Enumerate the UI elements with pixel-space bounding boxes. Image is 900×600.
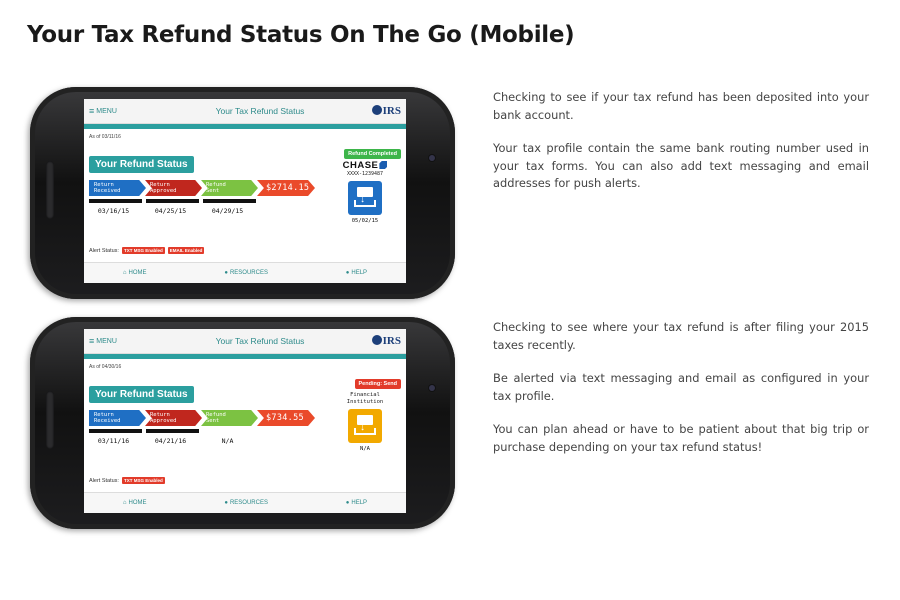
as-of-date: As of 04/30/16 xyxy=(89,364,122,370)
step-date: N/A xyxy=(221,437,234,445)
irs-logo: IRS xyxy=(341,105,401,117)
nav-help[interactable]: ● HELP xyxy=(346,500,367,506)
step-marker xyxy=(146,199,199,203)
menu-button[interactable]: ≡ MENU xyxy=(89,336,179,346)
hamburger-icon: ≡ xyxy=(89,336,95,346)
nav-help[interactable]: ● HELP xyxy=(346,270,367,276)
help-icon: ● xyxy=(345,270,350,276)
nav-home[interactable]: ⌂ HOME xyxy=(123,500,147,506)
step-date: 04/25/15 xyxy=(154,207,187,215)
irs-eagle-icon xyxy=(371,105,382,115)
refund-status-heading: Your Refund Status xyxy=(89,156,194,173)
irs-eagle-icon xyxy=(371,335,382,345)
description-completed: Checking to see if your tax refund has b… xyxy=(493,89,869,209)
description-pending: Checking to see where your tax refund is… xyxy=(493,319,869,472)
description-paragraph: Checking to see where your tax refund is… xyxy=(493,320,869,352)
status-badge: Pending: Send xyxy=(354,379,401,389)
bottom-nav: ⌂ HOME ● RESOURCES ● HELP xyxy=(84,262,406,283)
nav-resources[interactable]: ● RESOURCES xyxy=(224,270,268,276)
step-return-received: Return Received xyxy=(89,410,146,426)
alert-status: Alert Status: TXT MSG Enabled EMAIL Enab… xyxy=(89,247,205,254)
alert-status-label: Alert Status: xyxy=(89,247,119,254)
nav-home[interactable]: ⌂ HOME xyxy=(123,270,147,276)
refund-status-heading: Your Refund Status xyxy=(89,386,194,403)
alert-status: Alert Status: TXT MSG Enabled xyxy=(89,477,165,484)
alert-badge-txt: TXT MSG Enabled xyxy=(121,247,165,254)
refund-progress-steps: Return Received Return Approved Refund Sent… xyxy=(89,410,315,426)
step-marker xyxy=(89,429,142,433)
home-icon: ⌂ xyxy=(122,270,127,276)
description-paragraph: Be alerted via text messaging and email … xyxy=(493,371,869,403)
step-return-approved: Return Approved xyxy=(145,180,202,196)
chase-logo-icon xyxy=(379,161,388,169)
refund-progress-steps: Return Received Return Approved Refund Sent… xyxy=(89,180,315,196)
refund-amount: $734.55 xyxy=(257,410,315,426)
home-icon: ⌂ xyxy=(122,500,127,506)
step-marker xyxy=(203,429,256,433)
step-markers xyxy=(89,199,260,203)
help-icon: ● xyxy=(345,500,350,506)
refund-amount: $2714.15 xyxy=(257,180,315,196)
step-date: 03/16/15 xyxy=(97,207,130,215)
app-title: Your Tax Refund Status xyxy=(215,336,305,346)
irs-logo: IRS xyxy=(341,335,401,347)
app-header: ≡ MENU Your Tax Refund Status IRS xyxy=(84,329,406,354)
step-marker xyxy=(146,429,199,433)
phone-camera xyxy=(429,155,435,161)
refund-status-panel: Your Refund Status Pending: Send Return R… xyxy=(84,370,406,488)
alert-status-label: Alert Status: xyxy=(89,477,119,484)
menu-label: MENU xyxy=(96,107,117,115)
description-paragraph: Your tax profile contain the same bank r… xyxy=(493,141,869,190)
step-date: 03/11/16 xyxy=(97,437,130,445)
phone-speaker xyxy=(46,161,54,219)
step-date: 04/29/15 xyxy=(211,207,244,215)
page-title: Your Tax Refund Status On The Go (Mobile… xyxy=(27,22,575,48)
app-header: ≡ MENU Your Tax Refund Status IRS xyxy=(84,99,406,124)
resources-icon: ● xyxy=(224,500,228,506)
step-return-approved: Return Approved xyxy=(145,410,202,426)
bank-info: Financial Institution ↓ N/A xyxy=(334,392,396,452)
description-paragraph: Checking to see if your tax refund has b… xyxy=(493,90,869,122)
bank-name: CHASE xyxy=(334,160,396,171)
bank-info: CHASE XXXX-1239487 ↓ 05/02/15 xyxy=(334,160,396,224)
app-title: Your Tax Refund Status xyxy=(215,106,305,116)
as-of-date: As of 03/11/16 xyxy=(89,134,121,140)
phone-camera xyxy=(429,385,435,391)
resources-icon: ● xyxy=(224,270,228,276)
deposit-date: N/A xyxy=(360,446,370,452)
phone-mockup-pending: ≡ MENU Your Tax Refund Status IRS As of 0… xyxy=(30,317,455,529)
step-refund-sent: Refund Sent xyxy=(201,180,258,196)
bank-account: XXXX-1239487 xyxy=(346,171,384,177)
step-marker xyxy=(203,199,256,203)
alert-badge-email: EMAIL Enabled xyxy=(167,247,205,254)
alert-badge-txt: TXT MSG Enabled xyxy=(121,477,165,484)
description-paragraph: You can plan ahead or have to be patient… xyxy=(493,422,869,454)
step-date: 04/21/16 xyxy=(154,437,187,445)
phone-speaker xyxy=(46,391,54,449)
hamburger-icon: ≡ xyxy=(89,106,95,116)
step-return-received: Return Received xyxy=(89,180,146,196)
phone-mockup-completed: ≡ MENU Your Tax Refund Status IRS As of 0… xyxy=(30,87,455,299)
step-refund-sent: Refund Sent xyxy=(201,410,258,426)
bottom-nav: ⌂ HOME ● RESOURCES ● HELP xyxy=(84,492,406,513)
step-dates: 03/16/15 04/25/15 04/29/15 xyxy=(89,207,260,215)
deposit-date: 05/02/15 xyxy=(351,218,379,224)
menu-button[interactable]: ≡ MENU xyxy=(89,106,179,116)
step-markers xyxy=(89,429,260,433)
bank-deposit-icon: ↓ xyxy=(348,181,382,215)
bank-name: Financial Institution xyxy=(346,392,384,405)
menu-label: MENU xyxy=(96,337,117,345)
step-dates: 03/11/16 04/21/16 N/A xyxy=(89,437,260,445)
step-marker xyxy=(89,199,142,203)
bank-deposit-icon: ↓ xyxy=(348,409,382,443)
refund-status-panel: Your Refund Status Refund Completed Retu… xyxy=(84,140,406,258)
phone-screen: ≡ MENU Your Tax Refund Status IRS As of 0… xyxy=(84,99,406,283)
status-badge: Refund Completed xyxy=(344,149,401,159)
phone-screen: ≡ MENU Your Tax Refund Status IRS As of 0… xyxy=(84,329,406,513)
nav-resources[interactable]: ● RESOURCES xyxy=(224,500,268,506)
